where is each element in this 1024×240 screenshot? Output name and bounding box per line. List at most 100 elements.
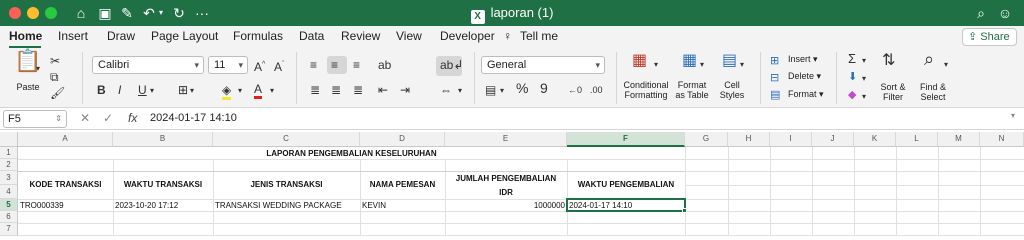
conditional-formatting-label[interactable]: Conditional Formatting — [618, 80, 674, 100]
header-jenis-transaksi[interactable]: JENIS TRANSAKSI — [213, 180, 360, 190]
font-name-select[interactable]: Calibri ▾ — [92, 56, 204, 74]
chevron-down-icon[interactable]: ▾ — [270, 84, 274, 98]
row-header-7[interactable]: 7 — [0, 223, 18, 236]
col-header-a[interactable]: A — [18, 132, 113, 147]
autosum-icon[interactable]: Σ — [848, 52, 856, 66]
formula-input[interactable]: 2024-01-17 14:10 — [150, 112, 237, 124]
paste-dropdown-icon[interactable]: ▾ — [36, 62, 40, 76]
header-waktu-transaksi[interactable]: WAKTU TRANSAKSI — [113, 180, 213, 190]
orientation-icon[interactable]: ab — [378, 58, 391, 72]
chevron-down-icon[interactable]: ▾ — [150, 84, 154, 98]
header-waktu-pengembalian[interactable]: WAKTU PENGEMBALIAN — [567, 180, 685, 190]
col-header-j[interactable]: J — [812, 132, 854, 147]
col-header-d[interactable]: D — [360, 132, 445, 147]
paste-icon[interactable]: 📋 — [14, 50, 41, 72]
cell-c5[interactable]: TRANSAKSI WEDDING PACKAGE — [215, 201, 342, 211]
header-nama-pemesan[interactable]: NAMA PEMESAN — [360, 180, 445, 190]
col-header-k[interactable]: K — [854, 132, 896, 147]
align-top-icon[interactable]: ≡ — [310, 58, 317, 72]
borders-icon[interactable]: ⊞ — [178, 83, 188, 97]
sort-filter-label[interactable]: Sort & Filter — [874, 82, 912, 102]
sort-filter-icon[interactable]: ⇅ — [882, 53, 895, 69]
format-cells-icon[interactable]: ▤ — [770, 88, 780, 102]
col-header-l[interactable]: L — [896, 132, 938, 147]
copy-icon[interactable]: ⧉ — [50, 70, 59, 84]
tab-data[interactable]: Data — [299, 29, 324, 43]
col-header-i[interactable]: I — [770, 132, 812, 147]
align-right-icon[interactable]: ≣ — [353, 83, 363, 97]
expand-formula-bar-icon[interactable]: ▾ — [1011, 111, 1015, 120]
decrease-indent-icon[interactable]: ⇤ — [378, 83, 388, 97]
row-header-2[interactable]: 2 — [0, 159, 18, 171]
accounting-format-icon[interactable]: ▤ — [485, 83, 496, 97]
delete-cells-button[interactable]: Delete ▾ — [788, 71, 821, 82]
col-header-f[interactable]: F — [567, 132, 685, 147]
col-header-e[interactable]: E — [445, 132, 567, 147]
tab-insert[interactable]: Insert — [58, 29, 88, 43]
cell-e5[interactable]: 1000000 — [445, 201, 565, 211]
chevron-down-icon[interactable]: ▾ — [654, 58, 658, 72]
clear-icon[interactable]: ◆ — [848, 88, 856, 102]
chevron-down-icon[interactable]: ▾ — [862, 54, 866, 68]
col-header-m[interactable]: M — [938, 132, 980, 147]
format-cells-button[interactable]: Format ▾ — [788, 89, 824, 100]
chevron-down-icon[interactable]: ▾ — [740, 58, 744, 72]
header-kode-transaksi[interactable]: KODE TRANSAKSI — [18, 180, 113, 190]
tell-me-search[interactable]: Tell me — [520, 29, 558, 43]
fill-icon[interactable]: ⬇ — [848, 70, 857, 84]
chevron-down-icon[interactable]: ▾ — [238, 84, 242, 98]
delete-cells-icon[interactable]: ⊟ — [770, 71, 779, 85]
chevron-down-icon[interactable]: ▾ — [862, 72, 866, 86]
fill-handle[interactable] — [682, 208, 687, 213]
tab-home[interactable]: Home — [9, 29, 42, 43]
share-button[interactable]: ⇪ Share — [962, 28, 1017, 46]
function-icon[interactable]: fx — [128, 111, 137, 125]
chevron-down-icon[interactable]: ▾ — [458, 84, 462, 98]
find-select-icon[interactable]: ⌕ — [924, 50, 934, 68]
format-painter-icon[interactable]: 🖌 — [50, 86, 65, 100]
col-header-n[interactable]: N — [980, 132, 1024, 147]
chevron-down-icon[interactable]: ▾ — [862, 90, 866, 104]
increase-decimal-icon[interactable]: ←0 — [568, 83, 582, 97]
row-header-6[interactable]: 6 — [0, 211, 18, 223]
tab-review[interactable]: Review — [341, 29, 380, 43]
comma-style-icon[interactable]: 9 — [540, 81, 548, 95]
tab-view[interactable]: View — [396, 29, 422, 43]
select-all-corner[interactable] — [0, 132, 18, 147]
header-jumlah-pengembalian[interactable]: JUMLAH PENGEMBALIAN — [445, 174, 567, 184]
tab-page-layout[interactable]: Page Layout — [151, 29, 218, 43]
number-format-select[interactable]: General ▾ — [481, 56, 605, 74]
tab-formulas[interactable]: Formulas — [233, 29, 283, 43]
name-box[interactable]: F5 ⇕ — [3, 110, 67, 128]
fill-color-icon[interactable]: ◈ — [222, 83, 232, 100]
underline-button[interactable]: U — [138, 83, 147, 97]
align-center-icon[interactable]: ≣ — [331, 83, 341, 97]
increase-font-icon[interactable]: A^ — [254, 58, 265, 74]
search-icon[interactable]: ⌕ — [972, 4, 990, 22]
col-header-c[interactable]: C — [213, 132, 360, 147]
font-color-icon[interactable]: A — [254, 82, 263, 99]
cell-styles-label[interactable]: Cell Styles — [716, 80, 748, 100]
bold-button[interactable]: B — [97, 83, 106, 97]
col-header-h[interactable]: H — [728, 132, 770, 147]
find-select-label[interactable]: Find & Select — [914, 82, 952, 102]
row-header-5[interactable]: 5 — [0, 199, 18, 211]
align-bottom-icon[interactable]: ≡ — [353, 58, 360, 72]
wrap-text-icon[interactable]: ab↲ — [440, 58, 463, 72]
align-middle-icon[interactable]: ≡ — [331, 58, 338, 72]
chevron-down-icon[interactable]: ▾ — [700, 58, 704, 72]
chevron-down-icon[interactable]: ▾ — [944, 58, 948, 72]
report-title-cell[interactable]: LAPORAN PENGEMBALIAN KESELURUHAN — [18, 149, 685, 159]
decrease-decimal-icon[interactable]: .00 — [590, 83, 603, 97]
chevron-down-icon[interactable]: ▾ — [190, 84, 194, 98]
italic-button[interactable]: I — [118, 83, 121, 97]
cut-icon[interactable]: ✂ — [50, 54, 60, 68]
font-size-select[interactable]: 11 ▾ — [208, 56, 248, 74]
confirm-formula-icon[interactable]: ✓ — [103, 111, 113, 125]
cell-b5[interactable]: 2023-10-20 17:12 — [115, 201, 178, 211]
cell-styles-icon[interactable]: ▤ — [722, 53, 737, 69]
row-header-3[interactable]: 3 — [0, 171, 18, 185]
cell-d5[interactable]: KEVIN — [362, 201, 386, 211]
insert-cells-button[interactable]: Insert ▾ — [788, 54, 818, 65]
col-header-g[interactable]: G — [685, 132, 728, 147]
